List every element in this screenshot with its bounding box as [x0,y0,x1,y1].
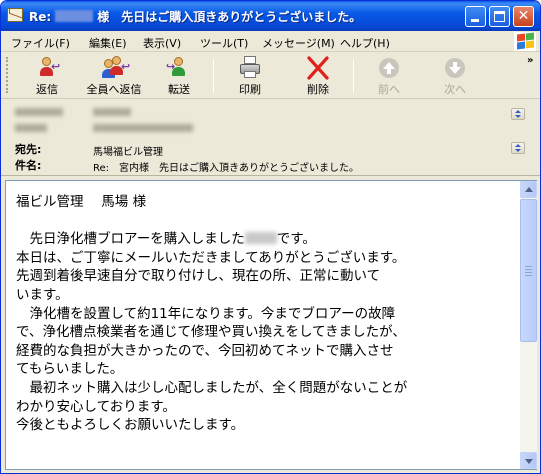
menu-view[interactable]: 表示(V) [143,35,181,51]
title-prefix: Re: [29,10,52,24]
subject-label: 件名: [15,159,42,172]
body-line [16,212,516,231]
next-label: 次へ [444,83,466,96]
print-label: 印刷 [239,83,261,96]
title-suffix: 様 先日はご購入頂きありがとうございました。 [97,10,362,24]
reply-all-icon: ↩ [101,56,130,80]
redacted-from-label [15,108,63,116]
delete-x-icon [305,56,331,80]
delete-button[interactable]: 削除 [300,56,336,97]
print-button[interactable]: 印刷 [232,56,268,97]
reply-label: 返信 [36,83,58,96]
menu-bar: ファイル(F) 編集(E) 表示(V) ツール(T) メッセージ(M) ヘルプ(… [1,31,540,52]
vertical-scrollbar[interactable] [520,181,537,469]
menu-edit[interactable]: 編集(E) [89,35,127,51]
forward-label: 転送 [168,83,190,96]
toolbar: ↩ 返信 ↩ 全員へ返信 ↪ 転送 印刷 削除 前へ 次へ » [1,53,540,99]
menu-file[interactable]: ファイル(F) [11,35,70,51]
maximize-button[interactable] [489,6,510,27]
previous-button[interactable]: 前へ [371,56,407,97]
close-button[interactable]: ✕ [513,6,534,27]
menu-message[interactable]: メッセージ(M) [262,35,335,51]
message-text: 福ビル管理 馬場 様 先日浄化槽ブロアーを購入しました です。 本日は、ご丁寧にメ… [16,193,516,435]
reply-all-button[interactable]: ↩ 全員へ返信 [81,56,147,97]
to-label: 宛先: [15,143,42,156]
header-scroll-spinner[interactable] [511,142,525,154]
printer-icon [237,56,263,80]
body-line: わかり安心しております。 [16,398,176,415]
menu-help[interactable]: ヘルプ(H) [340,35,390,51]
scroll-up-button[interactable] [520,181,537,198]
body-line: てもらいました。 [16,361,124,378]
body-line: 本日は、ご丁寧にメールいただきましてありがとうございます。 [16,249,406,266]
reply-all-label: 全員へ返信 [86,83,142,96]
message-body[interactable]: 福ビル管理 馬場 様 先日浄化槽ブロアーを購入しました です。 本日は、ご丁寧にメ… [5,180,537,470]
delete-label: 削除 [307,83,329,96]
body-line: 今後ともよろしくお願いいたします。 [16,417,245,434]
body-line: 最初ネット購入は少し心配しましたが、全く問題がないことが [16,379,408,396]
to-value: 馬場福ビル管理 [93,147,163,158]
body-line: 経費的な負担が大きかったので、今回初めてネットで購入させ [16,342,394,359]
window-title: Re: 様 先日はご購入頂きありがとうございました。 [29,8,361,25]
up-arrow-icon [376,56,402,80]
redacted-name [55,10,94,22]
close-icon: ✕ [517,8,530,24]
scrollbar-thumb[interactable] [520,199,537,342]
message-headers: 宛先: 馬場福ビル管理 件名: Re: 宮内様 先日はご購入頂きありがとうござい… [1,100,540,176]
scroll-up-arrow-icon [525,187,533,192]
toolbar-overflow-icon[interactable]: » [527,55,533,66]
email-window: Re: 様 先日はご購入頂きありがとうございました。 ✕ ファイル(F) 編集(E… [0,0,541,474]
redacted-from-value [93,108,131,116]
envelope-icon [7,8,23,22]
toolbar-grip[interactable] [6,57,9,93]
body-line: 福ビル管理 馬場 様 [16,194,147,210]
down-arrow-icon [442,56,468,80]
body-line: います。 [16,286,69,303]
maximize-icon [494,11,505,22]
scroll-down-button[interactable] [520,452,537,469]
forward-icon: ↪ [166,56,192,80]
body-line: 浄化槽を設置して約11年になります。今までブロアーの故障 [16,305,396,322]
reply-icon: ↩ [34,56,60,80]
minimize-button[interactable] [465,6,486,27]
scroll-down-arrow-icon [525,459,533,464]
previous-label: 前へ [378,83,400,96]
body-line: 先週到着後早速自分で取り付けし、現在の所、正常に動いて [16,268,381,285]
redacted-date-label [15,124,47,132]
menu-tools[interactable]: ツール(T) [200,35,248,51]
reply-button[interactable]: ↩ 返信 [27,56,67,97]
title-bar[interactable]: Re: 様 先日はご購入頂きありがとうございました。 ✕ [1,1,540,31]
toolbar-separator [213,59,214,93]
body-line: 先日浄化槽ブロアーを購入しました です。 [16,231,316,248]
redacted-product [244,232,277,245]
minimize-icon [471,19,479,22]
forward-button[interactable]: ↪ 転送 [161,56,197,97]
body-line: で、浄化槽点検業者を通じて修理や買い換えをしてきましたが、 [16,324,406,341]
subject-value: Re: 宮内様 先日はご購入頂きありがとうございました。 [93,163,360,174]
next-button[interactable]: 次へ [437,56,473,97]
header-scroll-spinner[interactable] [511,108,525,120]
windows-logo-icon [514,32,536,51]
toolbar-separator [353,59,354,93]
redacted-date-value [93,124,193,132]
